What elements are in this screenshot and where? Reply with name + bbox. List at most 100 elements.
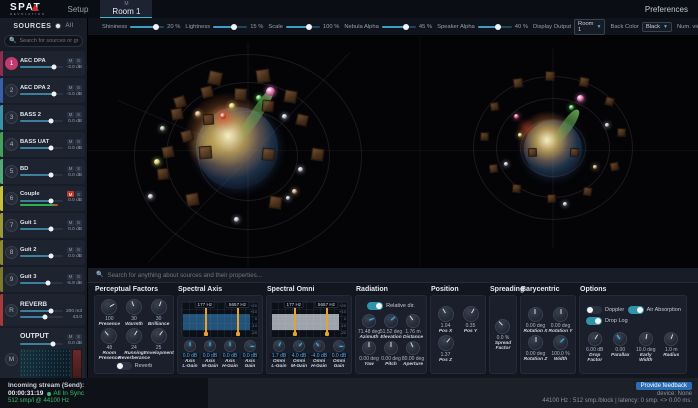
- source-sphere[interactable]: [266, 87, 275, 96]
- source-number[interactable]: 6: [5, 192, 18, 205]
- knob-control[interactable]: [126, 299, 142, 315]
- preferences-button[interactable]: Preferences: [635, 0, 698, 18]
- source-row-reverb[interactable]: RREVERB200 m343.0: [0, 294, 85, 326]
- output-volume-slider[interactable]: [20, 343, 63, 345]
- slider-thumb[interactable]: [48, 254, 53, 259]
- speaker-box[interactable]: [479, 131, 488, 140]
- slider-thumb[interactable]: [231, 24, 237, 30]
- source-row-output[interactable]: MOUTPUTMS0.0 dB: [0, 328, 85, 378]
- slider-thumb[interactable]: [48, 309, 53, 314]
- properties-search-input[interactable]: [107, 272, 690, 279]
- knob-control[interactable]: [184, 340, 196, 352]
- speaker-box[interactable]: [261, 99, 274, 112]
- knob-control[interactable]: [151, 328, 167, 344]
- knob-control[interactable]: [244, 340, 256, 352]
- source-row-couple[interactable]: 6CoupleMS0.0 dB: [0, 186, 85, 211]
- source-sphere[interactable]: [234, 217, 239, 222]
- speaker-box[interactable]: [603, 95, 614, 106]
- option-toggle-air-absorption[interactable]: Air Absorption: [628, 306, 681, 314]
- sources-filter-toggle-icon[interactable]: [55, 23, 61, 29]
- dropdown-display-output[interactable]: Room 1▼: [574, 19, 605, 35]
- speaker-box[interactable]: [488, 163, 498, 173]
- knob-control[interactable]: [588, 332, 602, 346]
- source-volume-slider[interactable]: [20, 228, 63, 230]
- source-sphere[interactable]: [160, 126, 165, 131]
- spectrum-display[interactable]: 177 Hz5657 Hz+20+100-10-20: [270, 301, 348, 338]
- slider-thumb[interactable]: [48, 198, 53, 203]
- source-row-guit-3[interactable]: 9Guit 3MS-5.9 dB: [0, 267, 85, 292]
- frequency-marker[interactable]: [294, 306, 296, 334]
- source-sphere[interactable]: [195, 111, 201, 117]
- knob-control[interactable]: [438, 306, 454, 322]
- speaker-box[interactable]: [511, 183, 521, 193]
- speaker-box[interactable]: [578, 76, 590, 88]
- source-volume-slider[interactable]: [20, 200, 63, 202]
- speaker-box[interactable]: [184, 191, 199, 206]
- slider-shininess[interactable]: [130, 26, 164, 28]
- source-volume-slider[interactable]: [20, 93, 63, 95]
- knob-control[interactable]: [224, 340, 236, 352]
- source-volume-slider[interactable]: [20, 147, 63, 149]
- slider-thumb[interactable]: [403, 24, 409, 30]
- source-sphere[interactable]: [154, 159, 160, 165]
- speaker-box[interactable]: [198, 145, 212, 159]
- mute-button[interactable]: M: [67, 85, 74, 91]
- source-sphere[interactable]: [605, 123, 609, 127]
- source-row-guit-2[interactable]: 8Guit 2MS0.0 dB: [0, 240, 85, 265]
- knob-control[interactable]: [293, 340, 305, 352]
- output-master-badge[interactable]: M: [5, 353, 18, 366]
- speaker-box[interactable]: [261, 147, 275, 161]
- source-row-aec-dpa-2[interactable]: 2AEC DPA 2MS-3.0 dB: [0, 78, 85, 103]
- knob-control[interactable]: [101, 328, 117, 344]
- source-number[interactable]: R: [5, 304, 18, 317]
- slider-thumb[interactable]: [42, 315, 47, 320]
- source-volume-slider[interactable]: [20, 66, 63, 68]
- reverb-size-slider[interactable]: [20, 310, 63, 312]
- solo-button[interactable]: S: [75, 247, 82, 253]
- source-row-guit-1[interactable]: 7Guit 1MS0.0 dB: [0, 213, 85, 238]
- solo-button[interactable]: S: [75, 191, 82, 197]
- speaker-box[interactable]: [233, 87, 247, 101]
- spatial-viewport[interactable]: [88, 36, 698, 268]
- speaker-box[interactable]: [512, 77, 523, 88]
- knob-control[interactable]: [384, 314, 398, 328]
- slider-thumb[interactable]: [46, 281, 51, 286]
- frequency-marker[interactable]: [237, 306, 239, 334]
- toggle-switch[interactable]: [628, 306, 644, 314]
- source-number[interactable]: 8: [5, 246, 18, 259]
- slider-lightness[interactable]: [213, 26, 247, 28]
- source-sphere[interactable]: [256, 95, 262, 101]
- knob-control[interactable]: [151, 299, 167, 315]
- source-sphere[interactable]: [518, 133, 522, 137]
- knob-control[interactable]: [406, 341, 420, 355]
- knob-control[interactable]: [495, 319, 510, 334]
- knob-control[interactable]: [126, 328, 142, 344]
- frequency-marker[interactable]: [326, 306, 328, 334]
- properties-search[interactable]: 🔍: [88, 268, 698, 283]
- source-number[interactable]: 3: [5, 111, 18, 124]
- dropdown-back-color[interactable]: Black▼: [642, 22, 672, 32]
- slider-thumb[interactable]: [306, 24, 312, 30]
- toggle-switch[interactable]: [367, 302, 383, 310]
- source-sphere[interactable]: [292, 189, 297, 194]
- mute-button[interactable]: M: [67, 58, 74, 64]
- source-sphere[interactable]: [229, 103, 235, 109]
- speaker-box[interactable]: [207, 70, 224, 87]
- knob-control[interactable]: [273, 340, 285, 352]
- speaker-box[interactable]: [268, 195, 283, 210]
- knob-control[interactable]: [463, 306, 479, 322]
- speaker-box[interactable]: [569, 147, 579, 157]
- speaker-box[interactable]: [609, 161, 620, 172]
- knob-control[interactable]: [639, 332, 653, 346]
- source-number[interactable]: 5: [5, 165, 18, 178]
- mute-button[interactable]: M: [67, 191, 74, 197]
- tab-room1[interactable]: M Room 1: [100, 0, 152, 18]
- source-sphere[interactable]: [569, 105, 574, 110]
- source-sphere[interactable]: [220, 113, 226, 119]
- source-volume-slider[interactable]: [20, 255, 63, 257]
- slider-thumb[interactable]: [51, 65, 56, 70]
- mute-button[interactable]: M: [67, 112, 74, 118]
- sources-filter-all[interactable]: All: [65, 23, 73, 29]
- source-volume-slider[interactable]: [20, 282, 63, 284]
- slider-thumb[interactable]: [48, 173, 53, 178]
